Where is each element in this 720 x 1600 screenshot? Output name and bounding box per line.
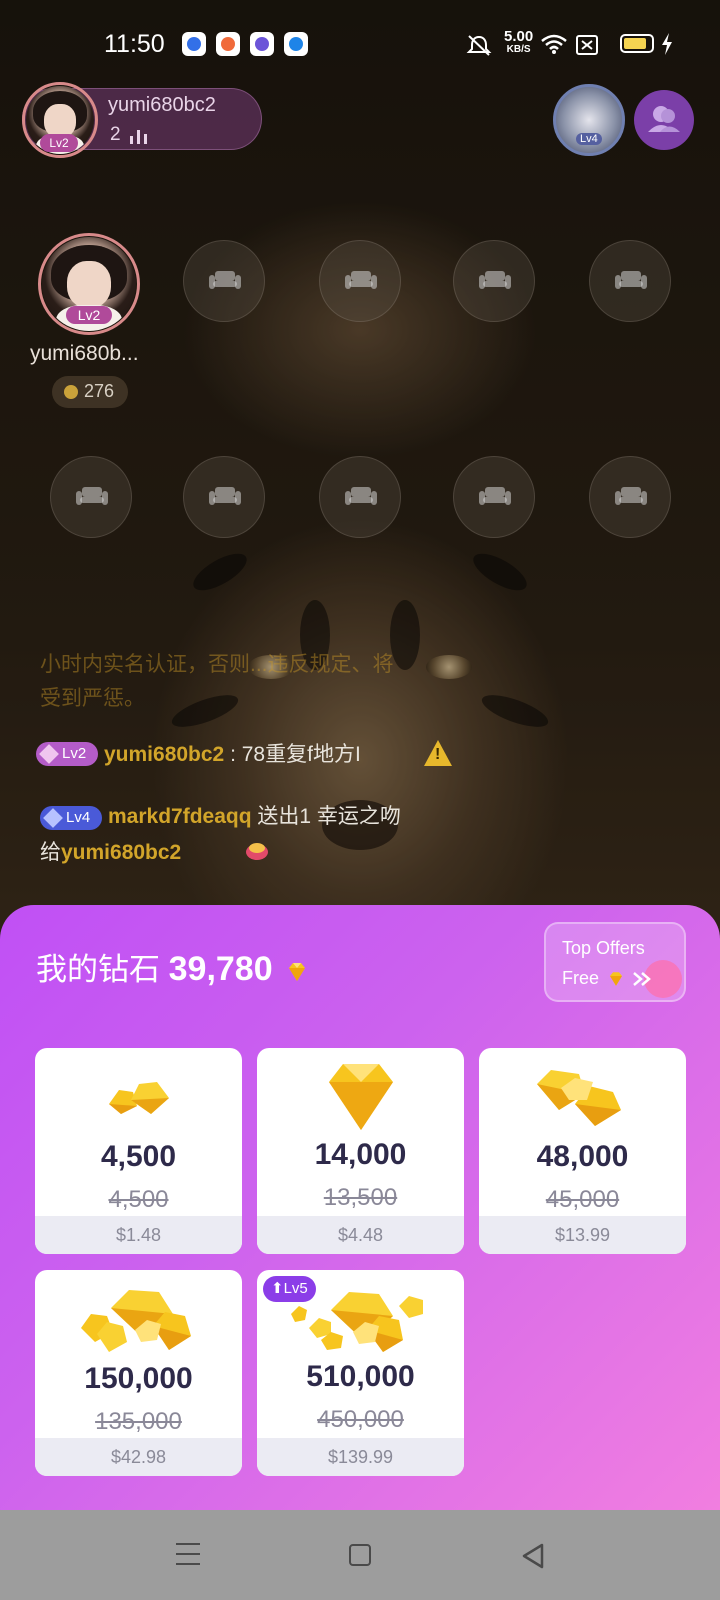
host-level-badge: Lv2 [40, 134, 78, 152]
menu-icon[interactable] [176, 1543, 200, 1565]
double-chevron-right-icon [633, 972, 651, 987]
package-amount: 150,000 [84, 1362, 193, 1395]
sofa-icon [479, 487, 511, 507]
warning-icon[interactable]: ! [424, 740, 452, 766]
package-original-amount: 450,000 [317, 1406, 404, 1433]
seat-1-level-badge: Lv2 [66, 306, 112, 324]
sofa-icon [345, 487, 377, 507]
system-notice: 小时内实名认证，否则...违反规定、将 受到严惩。 [40, 653, 394, 710]
users-icon [648, 106, 680, 132]
home-icon[interactable] [349, 1544, 371, 1566]
diamond-package-4[interactable]: 150,000 135,000 $42.98 [35, 1270, 242, 1476]
chat-text: 送出1 幸运之吻 [251, 805, 401, 828]
top-offers-button[interactable]: Top Offers Free [544, 922, 686, 1002]
empty-seat-9[interactable] [453, 456, 535, 538]
diamond-package-2[interactable]: 14,000 13,500 $4.48 [257, 1048, 464, 1254]
diamond-pile-icon [109, 1082, 169, 1114]
charging-icon [662, 33, 672, 55]
diamond-icon [289, 962, 306, 981]
package-original-amount: 135,000 [95, 1408, 182, 1435]
diamond-package-3[interactable]: 48,000 45,000 $13.99 [479, 1048, 686, 1254]
no-sim-icon [576, 35, 598, 55]
baidu-app-icon [182, 32, 206, 56]
camera-app-icon [284, 32, 308, 56]
chat-recipient[interactable]: yumi680bc2 [61, 841, 181, 864]
package-original-amount: 45,000 [545, 1186, 620, 1213]
sofa-icon [615, 271, 647, 291]
chat-username[interactable]: markd7fdeaqq [108, 805, 252, 828]
coin-icon [64, 385, 78, 399]
sofa-icon [615, 487, 647, 507]
level-requirement-tag: ⬆Lv5 [263, 1276, 316, 1302]
package-amount: 4,500 [100, 1140, 177, 1173]
live-room-screen: 11:50 5.00 KB/S Lv2 yumi680bc2 2 Lv4 Lv2… [0, 0, 720, 1600]
diamond-icon [329, 1064, 393, 1130]
chat-message-1[interactable]: Lv2 yumi680bc2 : 78重复f地方I [36, 734, 466, 786]
host-name: yumi680bc2 [108, 94, 216, 116]
package-price: $139.99 [257, 1438, 464, 1476]
empty-seat-3[interactable] [319, 240, 401, 322]
empty-seat-5[interactable] [589, 240, 671, 322]
sofa-icon [76, 487, 108, 507]
empty-seat-10[interactable] [589, 456, 671, 538]
package-amount: 14,000 [314, 1138, 407, 1171]
seat-1-name: yumi680b... [30, 342, 139, 365]
chat-level-badge: Lv2 [36, 742, 98, 766]
chat-text: : 78重复f地方I [224, 743, 361, 766]
package-price: $1.48 [35, 1216, 242, 1254]
package-original-amount: 13,500 [323, 1184, 398, 1211]
clock: 11:50 [104, 30, 165, 58]
sofa-icon [479, 271, 511, 291]
battery-icon [620, 34, 654, 53]
diamond-balance: 我的钻石 39,780 [36, 944, 309, 989]
room-level-emblem[interactable]: Lv4 [553, 84, 625, 156]
status-bar: 11:50 5.00 KB/S [0, 0, 720, 88]
package-price: $13.99 [479, 1216, 686, 1254]
chat-level-badge: Lv4 [40, 806, 102, 830]
package-amount: 510,000 [306, 1360, 415, 1393]
room-users-button[interactable] [634, 90, 694, 150]
diamond-package-5[interactable]: ⬆Lv5 510,000 450,000 $139.99 [257, 1270, 464, 1476]
room-level-label: Lv4 [576, 133, 602, 145]
diamond-pile-icon [537, 1070, 621, 1126]
lucky-kiss-gift-icon [246, 843, 268, 860]
empty-seat-6[interactable] [50, 456, 132, 538]
package-original-amount: 4,500 [108, 1186, 169, 1213]
package-price: $4.48 [257, 1216, 464, 1254]
listener-count: 2 [110, 124, 121, 145]
sofa-icon [345, 271, 377, 291]
mute-bell-icon [466, 35, 492, 56]
empty-seat-7[interactable] [183, 456, 265, 538]
diamond-icon [610, 972, 623, 986]
package-price: $42.98 [35, 1438, 242, 1476]
game-app-icon [216, 32, 240, 56]
browser-app-icon [250, 32, 274, 56]
package-amount: 48,000 [536, 1140, 629, 1173]
seat-1-coin-count: 276 [52, 376, 128, 408]
system-navigation-bar [0, 1510, 720, 1600]
empty-seat-4[interactable] [453, 240, 535, 322]
sofa-icon [209, 487, 241, 507]
diamond-package-1[interactable]: 4,500 4,500 $1.48 [35, 1048, 242, 1254]
sofa-icon [209, 271, 241, 291]
empty-seat-2[interactable] [183, 240, 265, 322]
wifi-icon [541, 34, 567, 54]
back-icon[interactable] [520, 1542, 546, 1570]
empty-seat-8[interactable] [319, 456, 401, 538]
diamond-pile-icon [81, 1290, 191, 1352]
diamond-balance-value: 39,780 [168, 950, 273, 988]
chat-username[interactable]: yumi680bc2 [104, 743, 224, 766]
chat-message-2[interactable]: Lv4 markd7fdeaqq 送出1 幸运之吻 给yumi680bc2 [36, 800, 466, 880]
network-speed: 5.00 KB/S [504, 28, 534, 55]
